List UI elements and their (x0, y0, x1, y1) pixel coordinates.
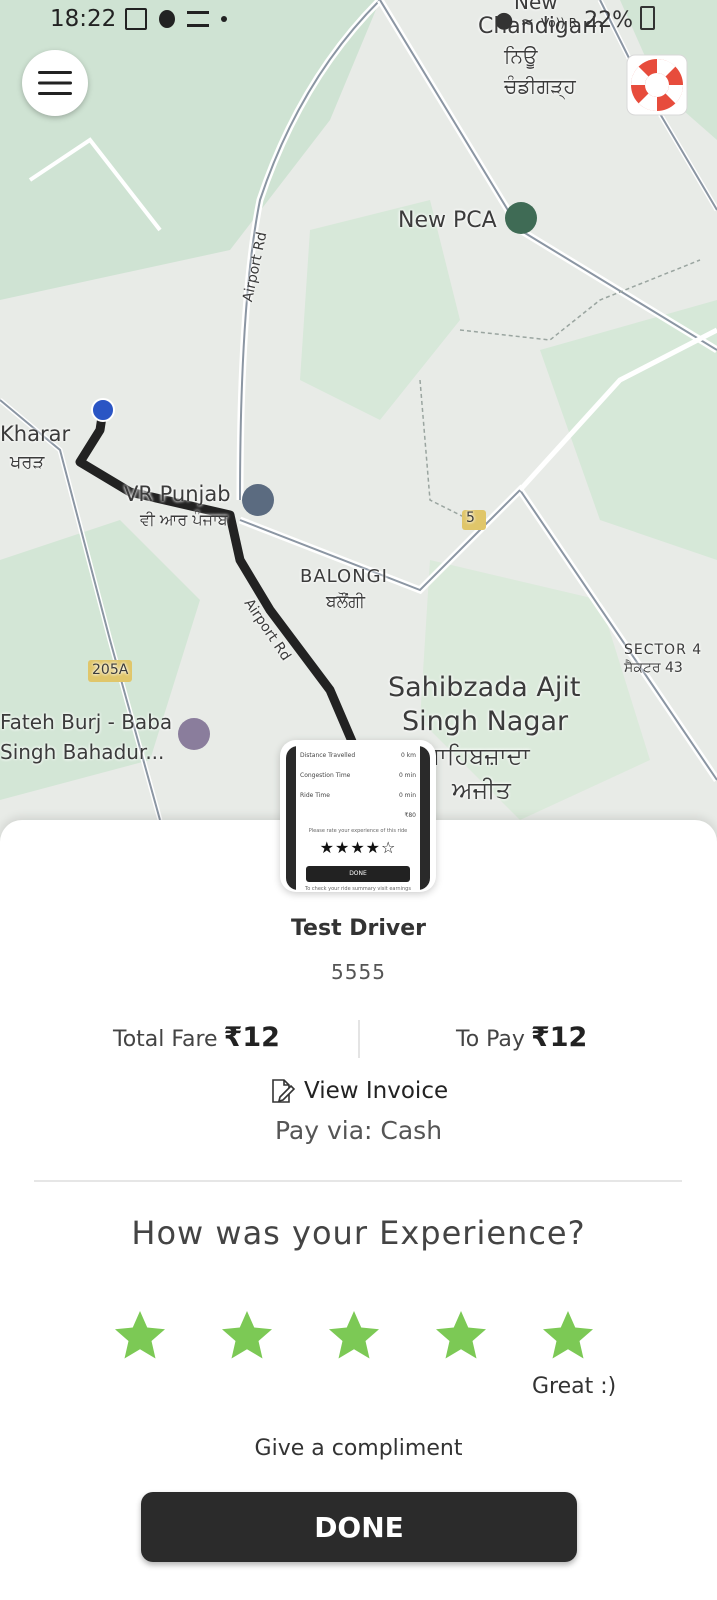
lifebuoy-icon (626, 54, 688, 116)
thumb-done: DONE (306, 866, 410, 882)
status-bar: 18:22 ● ≈ Vo)) R 22% (0, 0, 717, 44)
map-label-sahibzada-2: Singh Nagar (402, 706, 569, 737)
driver-photo: Distance Travelled 0 km Congestion Time 0 … (280, 740, 436, 892)
map-label-balongi: BALONGI (300, 566, 388, 587)
map-label-chandigarh-pa1: ਨਿਊ (504, 44, 538, 68)
thumb-prompt: Please rate your experience of this ride (308, 828, 408, 834)
to-pay-value: ₹12 (530, 1022, 588, 1053)
driver-name: Test Driver (290, 916, 427, 941)
driver-photo-screen: Distance Travelled 0 km Congestion Time 0 … (296, 746, 420, 892)
battery-icon (640, 6, 655, 30)
zomato-icon (187, 11, 209, 27)
map-label-kharar: Kharar (0, 422, 71, 446)
map-label-fateh-2: Singh Bahadur... (0, 740, 165, 764)
battery-percent: 22% (584, 8, 633, 33)
status-time: 18:22 (50, 6, 117, 32)
sos-button[interactable] (626, 54, 688, 116)
to-pay: To Pay ₹12 (456, 1022, 587, 1053)
thumb-congestion-value: 0 min (398, 772, 416, 779)
done-button-label: DONE (314, 1510, 404, 1544)
thumb-distance-label: Distance Travelled (300, 752, 356, 759)
map-view[interactable]: New Chandigarh ਨਿਊ ਚੰਡੀਗੜ੍ਹ New PCA Airp… (0, 0, 717, 840)
app-notification-icon (159, 10, 175, 28)
location-icon: ● (494, 8, 514, 33)
map-label-new-pca: New PCA (398, 208, 497, 233)
thumb-fare-value: ₹80 (404, 812, 416, 819)
total-fare-label: Total Fare (113, 1027, 218, 1052)
map-label-sahibzada-pa1: ਸਾਹਿਬਜ਼ਾਦਾ (424, 742, 530, 770)
rating-label: Great :) (532, 1374, 617, 1399)
fare-divider (358, 1020, 360, 1058)
map-label-route-5: 5 (466, 510, 475, 526)
more-notifications-icon (221, 16, 227, 22)
status-right: ● ≈ Vo)) R 22% (494, 6, 655, 33)
done-button[interactable]: DONE (141, 1492, 577, 1562)
map-label-sector43: SECTOR 4 (624, 642, 703, 658)
network-text: Vo)) R (540, 16, 578, 30)
thumb-footer: To check your ride summary visit earning… (305, 886, 411, 892)
total-fare: Total Fare ₹12 (113, 1022, 280, 1053)
rating-star-5[interactable] (538, 1306, 598, 1366)
view-invoice-label: View Invoice (304, 1078, 449, 1104)
map-label-chandigarh-pa2: ਚੰਡੀਗੜ੍ਹ (504, 74, 576, 98)
thumb-distance-value: 0 km (400, 752, 416, 759)
thumb-row-congestion: Congestion Time 0 min (300, 772, 416, 779)
rating-star-3[interactable] (324, 1306, 384, 1366)
menu-button[interactable] (22, 50, 88, 116)
wifi-icon: ≈ (520, 12, 534, 31)
rating-star-2[interactable] (217, 1306, 277, 1366)
notification-icons (125, 8, 227, 30)
map-label-vr-punjab: VR Punjab (124, 482, 231, 506)
give-compliment-link[interactable]: Give a compliment (0, 1436, 717, 1461)
map-label-sahibzada-pa2: ਅਜੀਤ (452, 776, 511, 804)
map-label-sector43-pa: ਸੈਕਟਰ 43 (624, 660, 683, 676)
total-fare-value: ₹12 (223, 1022, 280, 1053)
thumb-congestion-label: Congestion Time (300, 772, 351, 779)
rating-star-4[interactable] (431, 1306, 491, 1366)
map-label-sahibzada-1: Sahibzada Ajit (388, 672, 581, 703)
map-label-balongi-pa: ਬਲੌਂਗੀ (326, 592, 366, 612)
map-label-vr-punjab-pa: ਵੀ ਆਰ ਪੰਜਾਬ (140, 510, 228, 529)
thumb-row-ride-time: Ride Time 0 min (300, 792, 416, 799)
image-icon (125, 8, 147, 30)
map-label-kharar-pa: ਖਰੜ (10, 452, 45, 473)
hamburger-icon (38, 71, 72, 95)
section-divider (34, 1180, 682, 1182)
edit-document-icon (272, 1079, 296, 1103)
thumb-ride-time-label: Ride Time (300, 792, 330, 799)
to-pay-label: To Pay (456, 1027, 525, 1052)
experience-question: How was your Experience? (131, 1214, 586, 1252)
payment-method: Pay via: Cash (274, 1116, 443, 1145)
rating-star-1[interactable] (110, 1306, 170, 1366)
thumb-row-distance: Distance Travelled 0 km (300, 752, 416, 759)
map-label-fateh-1: Fateh Burj - Baba (0, 710, 173, 734)
map-label-route-205a: 205A (92, 662, 129, 678)
driver-id: 5555 (331, 960, 386, 984)
view-invoice-link[interactable]: View Invoice (268, 1074, 448, 1108)
thumb-ride-time-value: 0 min (398, 792, 416, 799)
thumb-stars: ★★★★☆ (319, 838, 397, 857)
